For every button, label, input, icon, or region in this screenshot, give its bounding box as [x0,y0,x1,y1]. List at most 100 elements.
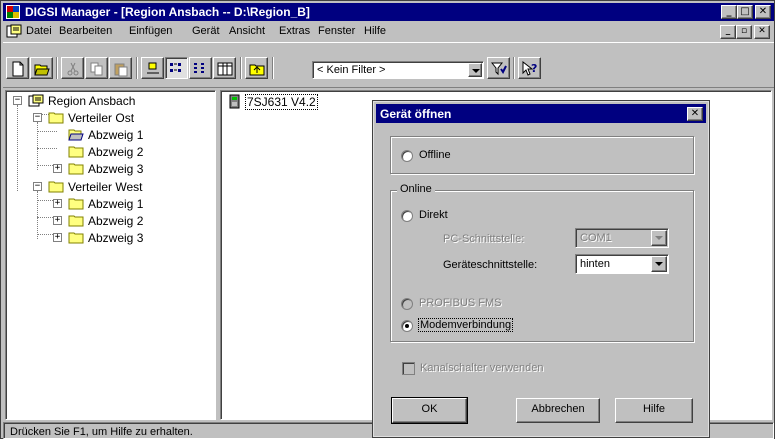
cut-button[interactable] [61,57,84,79]
project-tree[interactable]: − Region Ansbach − Verteiler Ost Abzweig… [5,90,216,420]
dialog-title-bar[interactable]: Gerät öffnen ✕ [376,104,706,123]
tree-item-ost-abzweig-1[interactable]: Abzweig 1 [6,127,211,143]
tree-item-west-abzweig-2[interactable]: + Abzweig 2 [6,213,211,229]
pc-interface-value: COM1 [580,232,612,244]
tree-item-verteiler-ost[interactable]: − Verteiler Ost [6,110,211,126]
ok-button[interactable]: OK [391,397,468,424]
small-icons-button[interactable] [165,57,188,79]
filter-icon [491,62,507,76]
filter-button[interactable] [487,57,510,79]
details-view-button[interactable] [213,57,236,79]
offline-label[interactable]: Offline [419,149,451,161]
open-device-dialog: Gerät öffnen ✕ Offline Online Direkt PC-… [372,100,710,438]
toolbar-separator [272,57,274,79]
window-title: DIGSI Manager - [Region Ansbach -- D:\Re… [25,5,310,19]
minimize-button[interactable]: _ [721,5,737,19]
tree-label: Abzweig 1 [88,128,144,142]
tree-item-west-abzweig-1[interactable]: + Abzweig 1 [6,196,211,212]
filter-dropdown[interactable]: < Kein Filter > [312,61,484,79]
tree-item-verteiler-west[interactable]: − Verteiler West [6,179,211,195]
mdi-minimize-button[interactable]: _ [720,25,736,39]
help-pointer-icon: ? [522,61,537,76]
app-icon [6,5,20,19]
context-help-button[interactable]: ? [518,57,541,79]
tree-label: Region Ansbach [48,94,136,108]
open-folder-icon [34,64,50,76]
up-one-level-button[interactable] [245,57,268,79]
offline-radio[interactable] [401,150,413,162]
menu-fenster[interactable]: Fenster [318,25,355,37]
offline-group: Offline [390,136,694,174]
expand-icon[interactable]: + [53,199,62,208]
status-text: Drücken Sie F1, um Hilfe zu erhalten. [10,426,193,438]
toolbar: < Kein Filter > ? [3,42,774,88]
small-icons-icon [170,63,181,72]
menu-hilfe[interactable]: Hilfe [364,25,386,37]
toolbar-separator [136,57,138,79]
device-label: 7SJ631 V4.2 [245,94,318,110]
document-icon[interactable] [6,24,22,38]
collapse-icon[interactable]: − [33,182,42,191]
tree-label: Abzweig 2 [88,145,144,159]
mdi-restore-button[interactable]: ▫ [736,25,752,39]
toolbar-separator [240,57,242,79]
menu-ansicht[interactable]: Ansicht [229,25,265,37]
channel-switch-checkbox [402,362,415,375]
open-button[interactable] [30,57,53,79]
copy-button[interactable] [85,57,108,79]
maximize-button[interactable]: □ [737,5,753,19]
pc-interface-label: PC-Schnittstelle: [443,233,525,245]
tree-item-ost-abzweig-2[interactable]: Abzweig 2 [6,144,211,160]
copy-icon [90,62,103,76]
folder-icon [68,215,84,227]
tree-item-ost-abzweig-3[interactable]: + Abzweig 3 [6,161,211,177]
tree-item-region-ansbach[interactable]: − Region Ansbach [6,93,211,109]
modem-radio[interactable] [401,320,413,332]
device-interface-select[interactable]: hinten [575,254,669,274]
help-button[interactable]: Hilfe [615,398,693,423]
folder-icon [68,198,84,210]
direkt-radio[interactable] [401,210,413,222]
list-view-icon [194,63,204,73]
folder-icon [68,146,84,158]
filter-value: < Kein Filter > [317,64,386,76]
toolbar-separator [513,57,515,79]
expand-icon[interactable]: + [53,233,62,242]
tree-item-west-abzweig-3[interactable]: + Abzweig 3 [6,230,211,246]
list-view-button[interactable] [189,57,212,79]
profibus-radio [401,298,413,310]
direkt-label[interactable]: Direkt [419,209,448,221]
cancel-button[interactable]: Abbrechen [516,398,600,423]
chevron-down-icon[interactable] [468,63,482,77]
expand-icon[interactable]: + [53,216,62,225]
tree-label: Abzweig 3 [88,162,144,176]
project-icon [28,94,44,107]
dialog-close-button[interactable]: ✕ [687,107,703,121]
profibus-label: PROFIBUS FMS [419,297,502,309]
dialog-title: Gerät öffnen [380,107,452,121]
device-interface-label: Geräteschnittstelle: [443,259,538,271]
menu-einfuegen[interactable]: Einfügen [129,25,172,37]
close-button[interactable]: ✕ [755,5,771,19]
folder-icon [48,112,64,124]
open-folder-icon [68,129,84,141]
new-button[interactable] [6,57,29,79]
expand-icon[interactable]: + [53,164,62,173]
channel-switch-label: Kanalschalter verwenden [420,362,544,374]
modem-label[interactable]: Modemverbindung [418,318,514,332]
collapse-icon[interactable]: − [13,96,22,105]
menu-bearbeiten[interactable]: Bearbeiten [59,25,112,37]
tree-label: Verteiler West [68,180,143,194]
folder-icon [68,163,84,175]
chevron-down-icon[interactable] [651,256,667,272]
menu-geraet[interactable]: Gerät [192,25,220,37]
device-icon [229,94,240,109]
menu-extras[interactable]: Extras [279,25,310,37]
paste-button[interactable] [109,57,132,79]
collapse-icon[interactable]: − [33,113,42,122]
menu-datei[interactable]: Datei [26,25,52,37]
large-icons-button[interactable] [141,57,164,79]
scissors-icon [67,62,79,76]
title-bar[interactable]: DIGSI Manager - [Region Ansbach -- D:\Re… [3,3,774,21]
mdi-close-button[interactable]: ✕ [754,25,770,39]
